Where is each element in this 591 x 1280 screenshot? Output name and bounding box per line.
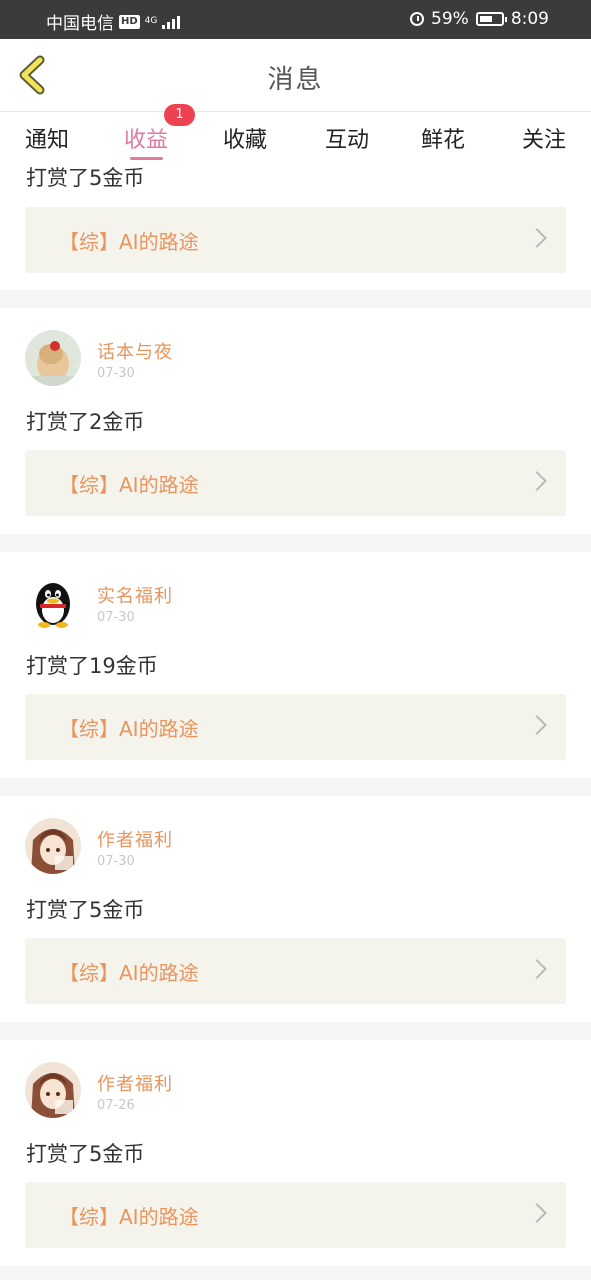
list-item: 作者福利 07-30 打赏了5金币 【综】AI的路途 (0, 796, 591, 1022)
tab-interactions[interactable]: 互动 (325, 122, 369, 154)
header: 消息 (0, 39, 591, 112)
book-title: 【综】AI的路途 (59, 473, 199, 497)
list-item: 作者福利 07-26 打赏了5金币 【综】AI的路途 (0, 1040, 591, 1266)
user-name: 作者福利 (97, 1074, 173, 1095)
anime-avatar-image (25, 1062, 81, 1118)
avatar[interactable] (25, 330, 81, 386)
book-title: 【综】AI的路途 (59, 961, 199, 985)
chevron-right-icon (527, 1203, 547, 1223)
chevron-right-icon (527, 228, 547, 248)
tab-earnings[interactable]: 收益 (124, 122, 168, 154)
active-tab-indicator (130, 157, 163, 160)
anime-avatar-image (25, 818, 81, 874)
avatar-image (25, 330, 81, 386)
book-link[interactable]: 【综】AI的路途 (25, 694, 566, 760)
divider (0, 778, 591, 796)
user-name: 作者福利 (97, 830, 173, 851)
status-bar: 中国电信 HD 4G 59% 8:09 (0, 0, 591, 39)
post-date: 07-26 (97, 1098, 135, 1113)
list-item: 实名福利 07-30 打赏了19金币 【综】AI的路途 (0, 552, 591, 778)
book-title: 【综】AI的路途 (59, 1205, 199, 1229)
post-date: 07-30 (97, 610, 135, 625)
hd-icon: HD (119, 14, 140, 29)
penguin-icon (25, 574, 81, 630)
reward-message: 打赏了5金币 (26, 1142, 145, 1166)
tab-following[interactable]: 关注 (522, 122, 566, 154)
book-title: 【综】AI的路途 (59, 230, 199, 254)
book-link[interactable]: 【综】AI的路途 (25, 938, 566, 1004)
tab-favorites[interactable]: 收藏 (223, 122, 267, 154)
unread-badge: 1 (164, 104, 195, 126)
signal-icon (162, 14, 181, 29)
list-item: 打赏了5金币 【综】AI的路途 (0, 162, 591, 290)
divider (0, 1266, 591, 1280)
book-title: 【综】AI的路途 (59, 717, 199, 741)
chevron-right-icon (527, 959, 547, 979)
chevron-right-icon (527, 471, 547, 491)
battery-icon (475, 12, 507, 26)
divider (0, 290, 591, 308)
avatar[interactable] (25, 574, 81, 630)
post-date: 07-30 (97, 854, 135, 869)
book-link[interactable]: 【综】AI的路途 (25, 450, 566, 516)
user-name: 话本与夜 (97, 342, 173, 363)
page-title: 消息 (267, 65, 324, 95)
avatar[interactable] (25, 818, 81, 874)
clock: 8:09 (510, 9, 549, 29)
reward-message: 打赏了2金币 (26, 410, 145, 434)
message-list[interactable]: 打赏了5金币 【综】AI的路途 话本与夜 07-30 打赏了2金币 【综】AI的… (0, 162, 591, 1280)
book-link[interactable]: 【综】AI的路途 (25, 207, 566, 273)
book-link[interactable]: 【综】AI的路途 (25, 1182, 566, 1248)
battery-percent: 59% (431, 9, 469, 29)
tab-bar: 通知 收益 收藏 互动 鲜花 关注 (0, 112, 591, 162)
network-label: 4G (144, 16, 158, 26)
tab-notifications[interactable]: 通知 (25, 122, 69, 154)
post-date: 07-30 (97, 366, 135, 381)
divider (0, 534, 591, 552)
list-item: 话本与夜 07-30 打赏了2金币 【综】AI的路途 (0, 308, 591, 534)
alarm-icon (410, 12, 425, 26)
reward-message: 打赏了19金币 (26, 654, 158, 678)
reward-message: 打赏了5金币 (26, 166, 145, 190)
divider (0, 1022, 591, 1040)
user-name: 实名福利 (97, 586, 173, 607)
avatar[interactable] (25, 1062, 81, 1118)
carrier-label: 中国电信 (46, 14, 114, 34)
tab-flowers[interactable]: 鲜花 (421, 122, 465, 154)
reward-message: 打赏了5金币 (26, 898, 145, 922)
chevron-right-icon (527, 715, 547, 735)
